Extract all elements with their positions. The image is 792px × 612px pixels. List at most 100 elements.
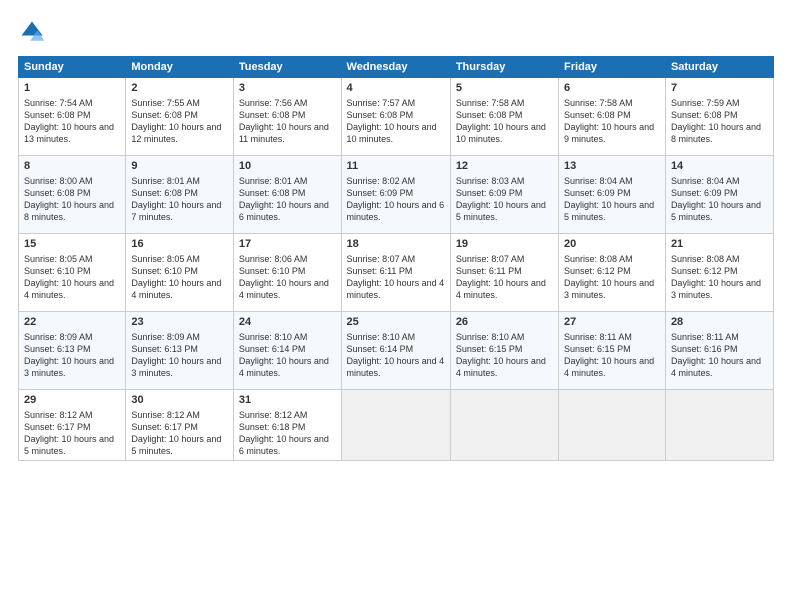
day-number: 17 <box>239 237 336 252</box>
calendar-cell: 11Sunrise: 8:02 AMSunset: 6:09 PMDayligh… <box>341 156 450 234</box>
day-info: Sunset: 6:15 PM <box>564 343 660 355</box>
day-info: Daylight: 10 hours and 6 minutes. <box>239 433 336 457</box>
day-info: Sunset: 6:13 PM <box>24 343 120 355</box>
day-info: Daylight: 10 hours and 12 minutes. <box>131 121 228 145</box>
calendar-cell: 17Sunrise: 8:06 AMSunset: 6:10 PMDayligh… <box>233 234 341 312</box>
day-info: Sunrise: 8:12 AM <box>131 409 228 421</box>
day-number: 6 <box>564 81 660 96</box>
day-info: Sunset: 6:08 PM <box>239 109 336 121</box>
day-info: Sunset: 6:15 PM <box>456 343 553 355</box>
day-info: Daylight: 10 hours and 4 minutes. <box>671 355 768 379</box>
day-number: 31 <box>239 393 336 408</box>
day-info: Sunrise: 8:04 AM <box>671 175 768 187</box>
day-info: Daylight: 10 hours and 3 minutes. <box>671 277 768 301</box>
day-info: Sunrise: 8:09 AM <box>24 331 120 343</box>
day-info: Sunset: 6:08 PM <box>24 187 120 199</box>
day-info: Sunrise: 8:12 AM <box>24 409 120 421</box>
day-info: Sunset: 6:16 PM <box>671 343 768 355</box>
day-number: 20 <box>564 237 660 252</box>
day-info: Daylight: 10 hours and 8 minutes. <box>24 199 120 223</box>
day-info: Sunset: 6:08 PM <box>564 109 660 121</box>
day-number: 21 <box>671 237 768 252</box>
day-info: Sunset: 6:18 PM <box>239 421 336 433</box>
calendar-cell: 21Sunrise: 8:08 AMSunset: 6:12 PMDayligh… <box>665 234 773 312</box>
calendar-cell: 16Sunrise: 8:05 AMSunset: 6:10 PMDayligh… <box>126 234 234 312</box>
day-number: 1 <box>24 81 120 96</box>
day-info: Daylight: 10 hours and 13 minutes. <box>24 121 120 145</box>
day-info: Sunset: 6:08 PM <box>131 187 228 199</box>
calendar-cell: 29Sunrise: 8:12 AMSunset: 6:17 PMDayligh… <box>19 390 126 461</box>
day-header-friday: Friday <box>559 57 666 78</box>
day-info: Daylight: 10 hours and 10 minutes. <box>456 121 553 145</box>
calendar-cell: 19Sunrise: 8:07 AMSunset: 6:11 PMDayligh… <box>450 234 558 312</box>
day-info: Daylight: 10 hours and 4 minutes. <box>347 277 445 301</box>
day-info: Sunset: 6:10 PM <box>239 265 336 277</box>
day-info: Sunrise: 7:59 AM <box>671 97 768 109</box>
day-number: 27 <box>564 315 660 330</box>
calendar-cell: 18Sunrise: 8:07 AMSunset: 6:11 PMDayligh… <box>341 234 450 312</box>
day-number: 15 <box>24 237 120 252</box>
day-info: Daylight: 10 hours and 4 minutes. <box>131 277 228 301</box>
day-info: Sunset: 6:11 PM <box>347 265 445 277</box>
day-info: Sunset: 6:09 PM <box>456 187 553 199</box>
calendar-cell: 30Sunrise: 8:12 AMSunset: 6:17 PMDayligh… <box>126 390 234 461</box>
day-info: Daylight: 10 hours and 3 minutes. <box>564 277 660 301</box>
day-info: Sunrise: 8:08 AM <box>671 253 768 265</box>
calendar-cell: 31Sunrise: 8:12 AMSunset: 6:18 PMDayligh… <box>233 390 341 461</box>
calendar-cell: 14Sunrise: 8:04 AMSunset: 6:09 PMDayligh… <box>665 156 773 234</box>
calendar-cell: 4Sunrise: 7:57 AMSunset: 6:08 PMDaylight… <box>341 78 450 156</box>
day-number: 4 <box>347 81 445 96</box>
calendar-cell: 7Sunrise: 7:59 AMSunset: 6:08 PMDaylight… <box>665 78 773 156</box>
day-info: Daylight: 10 hours and 11 minutes. <box>239 121 336 145</box>
day-header-wednesday: Wednesday <box>341 57 450 78</box>
calendar-cell: 20Sunrise: 8:08 AMSunset: 6:12 PMDayligh… <box>559 234 666 312</box>
day-number: 7 <box>671 81 768 96</box>
day-info: Daylight: 10 hours and 3 minutes. <box>24 355 120 379</box>
day-header-thursday: Thursday <box>450 57 558 78</box>
day-number: 10 <box>239 159 336 174</box>
day-info: Daylight: 10 hours and 4 minutes. <box>347 355 445 379</box>
day-info: Sunrise: 7:57 AM <box>347 97 445 109</box>
day-info: Sunrise: 8:11 AM <box>671 331 768 343</box>
day-info: Sunset: 6:14 PM <box>347 343 445 355</box>
day-number: 16 <box>131 237 228 252</box>
day-info: Sunrise: 7:56 AM <box>239 97 336 109</box>
calendar-cell: 3Sunrise: 7:56 AMSunset: 6:08 PMDaylight… <box>233 78 341 156</box>
day-info: Sunset: 6:08 PM <box>347 109 445 121</box>
day-info: Sunset: 6:08 PM <box>456 109 553 121</box>
calendar-cell: 12Sunrise: 8:03 AMSunset: 6:09 PMDayligh… <box>450 156 558 234</box>
day-info: Sunset: 6:09 PM <box>347 187 445 199</box>
day-info: Daylight: 10 hours and 4 minutes. <box>456 277 553 301</box>
calendar-cell: 8Sunrise: 8:00 AMSunset: 6:08 PMDaylight… <box>19 156 126 234</box>
logo-icon <box>18 18 46 46</box>
day-info: Sunrise: 8:09 AM <box>131 331 228 343</box>
calendar-cell: 13Sunrise: 8:04 AMSunset: 6:09 PMDayligh… <box>559 156 666 234</box>
day-info: Sunset: 6:11 PM <box>456 265 553 277</box>
day-info: Daylight: 10 hours and 5 minutes. <box>564 199 660 223</box>
day-header-saturday: Saturday <box>665 57 773 78</box>
day-info: Sunrise: 8:07 AM <box>347 253 445 265</box>
day-info: Sunset: 6:14 PM <box>239 343 336 355</box>
calendar-cell <box>559 390 666 461</box>
day-number: 9 <box>131 159 228 174</box>
day-info: Sunset: 6:08 PM <box>239 187 336 199</box>
calendar-cell: 6Sunrise: 7:58 AMSunset: 6:08 PMDaylight… <box>559 78 666 156</box>
day-number: 14 <box>671 159 768 174</box>
day-info: Daylight: 10 hours and 7 minutes. <box>131 199 228 223</box>
day-number: 23 <box>131 315 228 330</box>
day-info: Daylight: 10 hours and 4 minutes. <box>239 355 336 379</box>
day-info: Sunset: 6:10 PM <box>131 265 228 277</box>
day-number: 26 <box>456 315 553 330</box>
day-info: Daylight: 10 hours and 4 minutes. <box>24 277 120 301</box>
day-info: Daylight: 10 hours and 4 minutes. <box>239 277 336 301</box>
day-info: Sunset: 6:08 PM <box>24 109 120 121</box>
day-info: Sunrise: 8:08 AM <box>564 253 660 265</box>
calendar-cell: 1Sunrise: 7:54 AMSunset: 6:08 PMDaylight… <box>19 78 126 156</box>
day-header-sunday: Sunday <box>19 57 126 78</box>
day-info: Sunrise: 8:04 AM <box>564 175 660 187</box>
calendar-cell: 28Sunrise: 8:11 AMSunset: 6:16 PMDayligh… <box>665 312 773 390</box>
calendar-cell: 2Sunrise: 7:55 AMSunset: 6:08 PMDaylight… <box>126 78 234 156</box>
day-number: 2 <box>131 81 228 96</box>
day-info: Sunset: 6:09 PM <box>564 187 660 199</box>
logo <box>18 18 50 46</box>
